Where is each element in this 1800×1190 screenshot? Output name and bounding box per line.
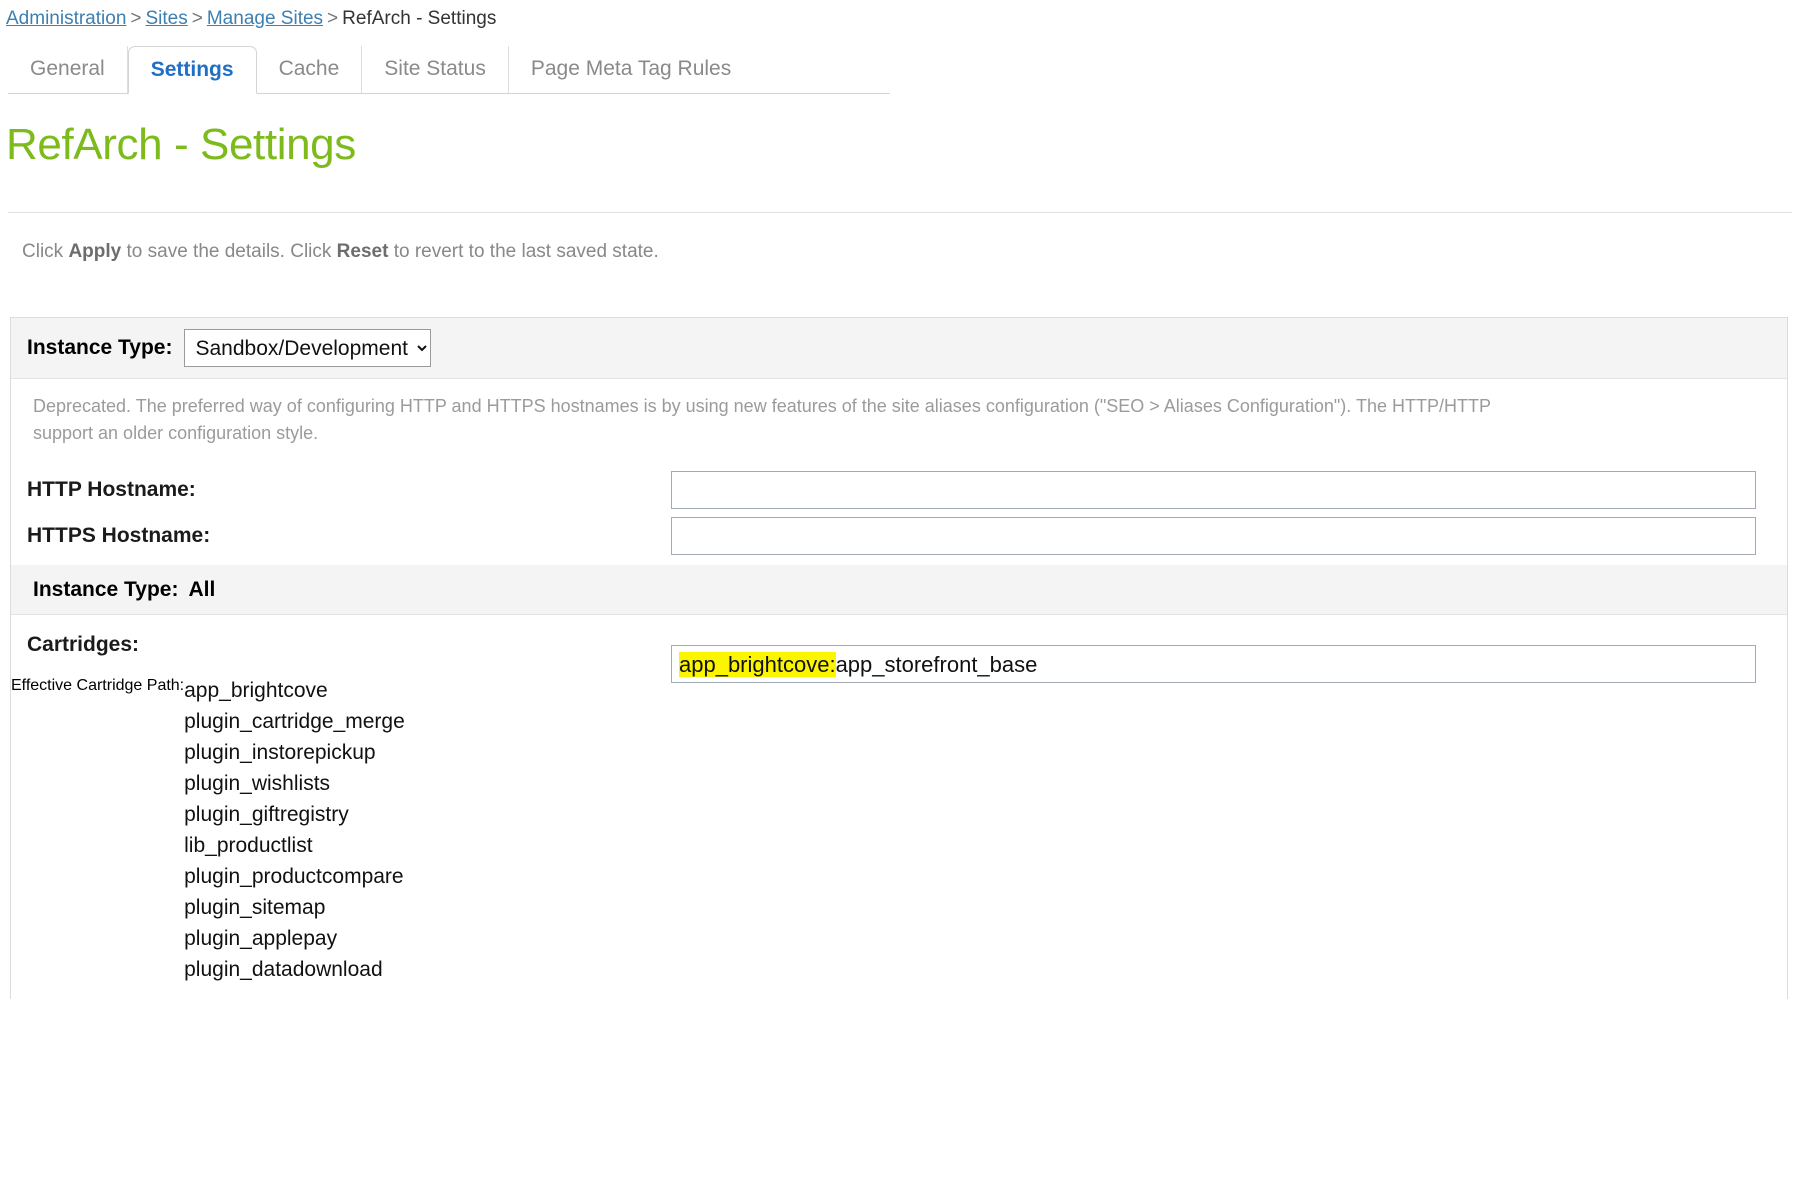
instance-type-row: Instance Type: Sandbox/Development <box>11 318 1787 379</box>
cartridges-highlighted-text: app_brightcove: <box>679 652 836 677</box>
instance-type-all-row: Instance Type: All <box>11 565 1787 615</box>
tab-bar: GeneralSettingsCacheSite StatusPage Meta… <box>0 46 1800 94</box>
instruction-post: to revert to the last saved state. <box>388 241 658 262</box>
effective-cartridge-path-label: Effective Cartridge Path: <box>11 675 184 695</box>
http-hostname-label: HTTP Hostname: <box>11 478 671 502</box>
list-item: plugin_cartridge_merge <box>184 706 405 737</box>
breadcrumb-separator: > <box>323 8 342 29</box>
http-hostname-input[interactable] <box>671 471 1756 509</box>
instance-type-select[interactable]: Sandbox/Development <box>184 329 431 367</box>
instruction-mid: to save the details. Click <box>121 241 336 262</box>
tab-page-meta-tag-rules[interactable]: Page Meta Tag Rules <box>509 46 753 93</box>
page-title: RefArch - Settings <box>6 120 1800 170</box>
list-item-truncated <box>184 985 405 999</box>
breadcrumb-link-sites[interactable]: Sites <box>146 8 188 29</box>
cartridges-remaining-text: app_storefront_base <box>836 652 1038 677</box>
breadcrumb: Administration>Sites>Manage Sites>RefArc… <box>0 0 1800 30</box>
settings-panel: Instance Type: Sandbox/Development Depre… <box>10 317 1788 999</box>
list-item: lib_productlist <box>184 830 405 861</box>
instance-type-label: Instance Type: <box>11 336 172 360</box>
list-item: plugin_productcompare <box>184 861 405 892</box>
instance-type-all-group: Instance Type: All <box>11 578 215 602</box>
http-hostname-value <box>671 471 1787 509</box>
instruction-reset: Reset <box>337 241 389 262</box>
deprecated-note-line1: Deprecated. The preferred way of configu… <box>33 393 1787 420</box>
list-item: plugin_sitemap <box>184 892 405 923</box>
cartridges-label: Cartridges: <box>11 633 671 657</box>
breadcrumb-separator: > <box>126 8 145 29</box>
cartridges-row: Cartridges: app_brightcove:app_storefron… <box>11 615 1787 665</box>
list-item: plugin_instorepickup <box>184 737 405 768</box>
cartridges-input[interactable]: app_brightcove:app_storefront_base <box>671 645 1756 683</box>
deprecated-note-line2: support an older configuration style. <box>33 420 1787 447</box>
effective-cartridge-path-list: app_brightcove plugin_cartridge_merge pl… <box>184 675 405 999</box>
title-divider <box>8 212 1792 213</box>
list-item: plugin_wishlists <box>184 768 405 799</box>
breadcrumb-separator: > <box>188 8 207 29</box>
list-item: app_brightcove <box>184 675 405 706</box>
list-item: plugin_datadownload <box>184 954 405 985</box>
instance-type-all-label: Instance Type: <box>33 578 178 601</box>
https-hostname-input[interactable] <box>671 517 1756 555</box>
tab-general[interactable]: General <box>8 46 128 93</box>
instruction-text: Click Apply to save the details. Click R… <box>22 241 1800 263</box>
instruction-pre: Click <box>22 241 68 262</box>
breadcrumb-link-administration[interactable]: Administration <box>6 8 126 29</box>
tab-site-status[interactable]: Site Status <box>362 46 509 93</box>
breadcrumb-link-manage-sites[interactable]: Manage Sites <box>207 8 323 29</box>
tab-cache[interactable]: Cache <box>257 46 363 93</box>
https-hostname-label: HTTPS Hostname: <box>11 524 671 548</box>
http-hostname-row: HTTP Hostname: <box>11 465 1787 515</box>
breadcrumb-current: RefArch - Settings <box>342 8 496 29</box>
deprecated-note: Deprecated. The preferred way of configu… <box>11 379 1787 465</box>
instance-type-all-value: All <box>188 578 215 601</box>
https-hostname-row: HTTPS Hostname: <box>11 515 1787 565</box>
list-item: plugin_giftregistry <box>184 799 405 830</box>
tab-settings[interactable]: Settings <box>128 46 257 94</box>
effective-cartridge-path-row: Effective Cartridge Path: app_brightcove… <box>11 665 1787 999</box>
https-hostname-value <box>671 517 1787 555</box>
instruction-apply: Apply <box>68 241 121 262</box>
list-item: plugin_applepay <box>184 923 405 954</box>
